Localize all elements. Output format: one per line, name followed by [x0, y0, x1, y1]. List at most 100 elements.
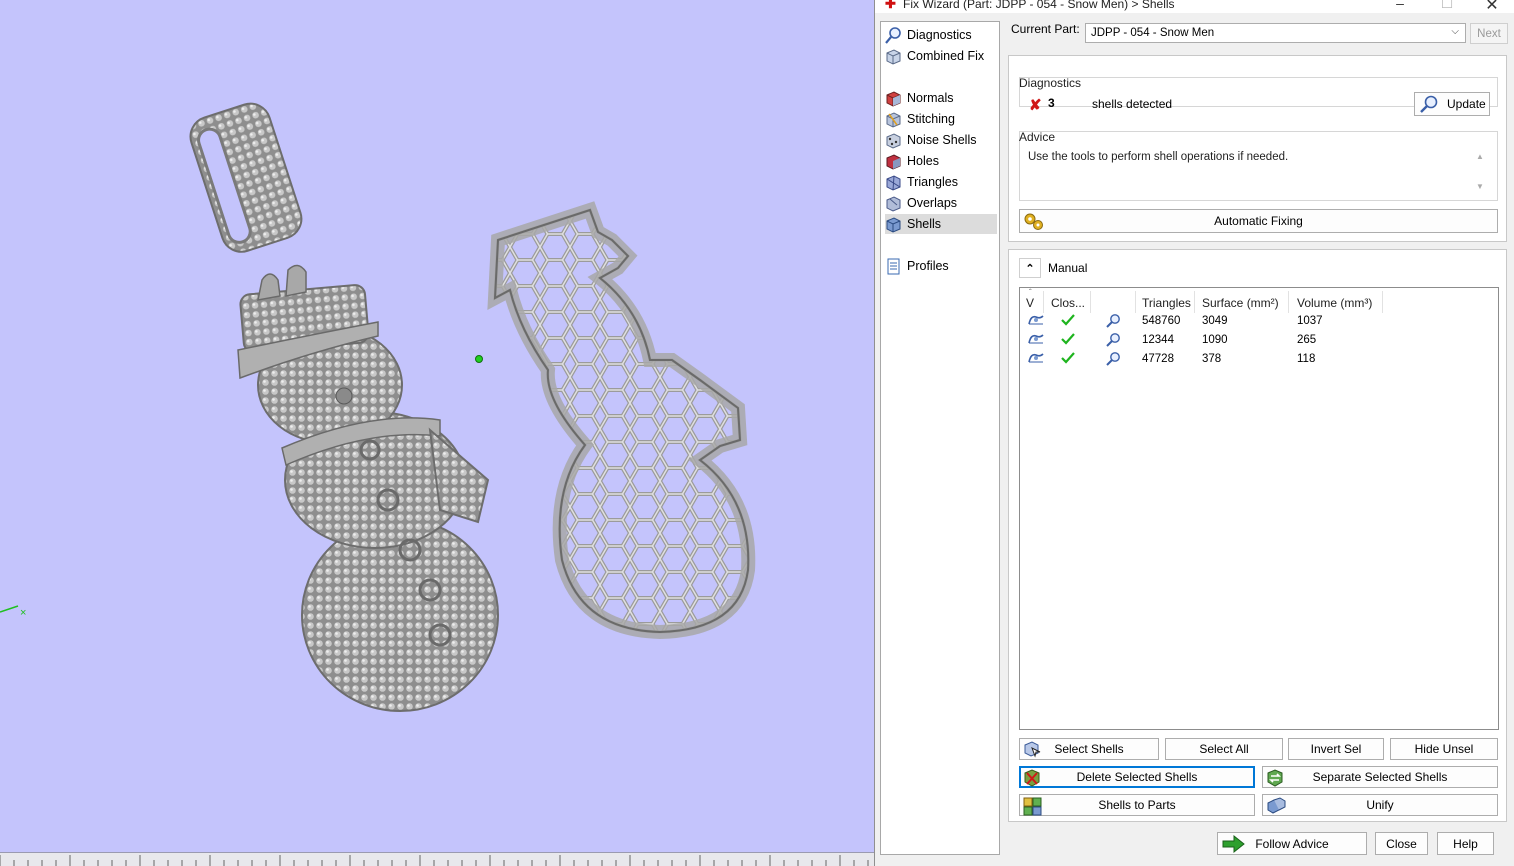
- surface-cell: 3049: [1202, 315, 1228, 327]
- visibility-icon[interactable]: [1027, 313, 1045, 327]
- current-part-label: Current Part:: [1011, 22, 1080, 36]
- triangles-cube-icon: [886, 174, 901, 191]
- 3d-viewport[interactable]: ×: [0, 0, 874, 866]
- viewport-ruler: [0, 852, 874, 866]
- unify-button[interactable]: Unify: [1262, 794, 1498, 816]
- surface-cell: 378: [1202, 353, 1222, 365]
- cube-icon: [886, 48, 901, 65]
- column-header-triangles[interactable]: Triangles: [1142, 296, 1191, 310]
- manual-group: ⌃ Manual V ˆ Clos... Triangles Surface (…: [1008, 249, 1507, 822]
- nav-item-noise-shells[interactable]: Noise Shells: [885, 130, 997, 150]
- nav-item-label: Diagnostics: [907, 28, 972, 42]
- collapse-manual-button[interactable]: ⌃: [1019, 258, 1041, 278]
- zoom-to-shell-icon[interactable]: [1105, 332, 1121, 348]
- delete-selected-shells-label: Delete Selected Shells: [1076, 770, 1198, 784]
- sort-indicator-icon: ˆ: [1029, 288, 1032, 297]
- shells-detected-text: shells detected: [1092, 97, 1173, 111]
- separate-selected-shells-button[interactable]: Separate Selected Shells: [1262, 766, 1498, 788]
- nav-item-label: Stitching: [907, 112, 955, 126]
- title-bar[interactable]: ✚ Fix Wizard (Part: JDPP - 054 - Snow Me…: [875, 0, 1514, 14]
- zoom-to-shell-icon[interactable]: [1105, 351, 1121, 367]
- help-button[interactable]: Help: [1437, 832, 1494, 855]
- minimize-button[interactable]: –: [1385, 0, 1415, 11]
- volume-cell: 118: [1297, 353, 1316, 365]
- nav-item-combined-fix[interactable]: Combined Fix: [885, 46, 997, 66]
- nav-item-shells[interactable]: Shells: [885, 214, 997, 234]
- triangles-cell: 12344: [1142, 334, 1174, 346]
- nav-item-label: Profiles: [907, 259, 949, 273]
- current-part-select[interactable]: JDPP - 054 - Snow Men ⌵: [1085, 23, 1466, 43]
- nav-item-stitching[interactable]: Stitching: [885, 109, 997, 129]
- magnifier-icon: [1420, 95, 1438, 113]
- column-header-surface[interactable]: Surface (mm²): [1202, 296, 1279, 310]
- follow-advice-button[interactable]: Follow Advice: [1217, 832, 1367, 855]
- shells-cube-icon: [886, 216, 901, 233]
- fix-wizard-dialog: ✚ Fix Wizard (Part: JDPP - 054 - Snow Me…: [874, 0, 1514, 866]
- window-title: Fix Wizard (Part: JDPP - 054 - Snow Men)…: [903, 0, 1175, 11]
- check-icon: [1061, 352, 1075, 364]
- visibility-icon[interactable]: [1027, 332, 1045, 346]
- nav-item-label: Noise Shells: [907, 133, 977, 147]
- check-icon: [1061, 314, 1075, 326]
- visibility-icon[interactable]: [1027, 351, 1045, 365]
- maximize-button[interactable]: ☐: [1432, 0, 1462, 12]
- overlaps-cube-icon: [886, 195, 901, 212]
- select-shells-label: Select Shells: [1054, 742, 1124, 756]
- dialog-body: Diagnostics Combined Fix Normals Stitchi…: [875, 13, 1514, 866]
- magnifier-icon: [885, 26, 901, 44]
- profiles-doc-icon: [887, 258, 900, 274]
- column-header-volume[interactable]: Volume (mm³): [1297, 296, 1372, 310]
- close-button[interactable]: Close: [1375, 832, 1428, 855]
- update-button[interactable]: Update: [1414, 92, 1490, 116]
- scroll-down-icon[interactable]: ▼: [1476, 182, 1484, 191]
- advice-text: Use the tools to perform shell operation…: [1028, 151, 1289, 163]
- snowman-honeycomb-shell: [487, 201, 756, 640]
- noise-shells-icon: [886, 132, 901, 149]
- automatic-fixing-button[interactable]: Automatic Fixing: [1019, 209, 1498, 233]
- stitching-cube-icon: [886, 111, 901, 128]
- diagnostics-group: Diagnostics ✘ 3 shells detected Update A…: [1008, 55, 1507, 242]
- nav-item-overlaps[interactable]: Overlaps: [885, 193, 997, 213]
- zoom-to-shell-icon[interactable]: [1105, 313, 1121, 329]
- error-x-icon: ✘: [1029, 97, 1042, 114]
- invert-selection-button[interactable]: Invert Sel: [1288, 738, 1384, 760]
- holes-cube-icon: [886, 153, 901, 170]
- unify-icon: [1267, 797, 1286, 814]
- update-label: Update: [1447, 97, 1486, 111]
- triangles-cell: 548760: [1142, 315, 1181, 327]
- nav-item-profiles[interactable]: Profiles: [885, 256, 997, 276]
- manual-label: Manual: [1048, 261, 1088, 275]
- scroll-up-icon[interactable]: ▲: [1476, 152, 1484, 161]
- shells-to-parts-label: Shells to Parts: [1098, 798, 1176, 812]
- nav-item-holes[interactable]: Holes: [885, 151, 997, 171]
- pivot-point: [475, 355, 483, 363]
- select-all-button[interactable]: Select All: [1165, 738, 1283, 760]
- table-row[interactable]: 12344 1090 265: [1020, 331, 1498, 350]
- chevron-down-icon: ⌵: [1451, 26, 1459, 37]
- select-shells-button[interactable]: Select Shells: [1019, 738, 1159, 760]
- axis-indicator: ×: [0, 605, 26, 619]
- automatic-fixing-label: Automatic Fixing: [1214, 214, 1303, 228]
- column-header-visible[interactable]: V: [1026, 296, 1034, 310]
- nav-item-diagnostics[interactable]: Diagnostics: [885, 25, 997, 45]
- delete-selected-shells-button[interactable]: Delete Selected Shells: [1019, 766, 1255, 788]
- svg-text:×: ×: [20, 607, 26, 619]
- surface-cell: 1090: [1202, 334, 1228, 346]
- table-row[interactable]: 47728 378 118: [1020, 350, 1498, 369]
- normals-cube-icon: [886, 90, 901, 107]
- current-part-value: JDPP - 054 - Snow Men: [1091, 27, 1215, 39]
- nav-item-label: Shells: [907, 217, 942, 231]
- fix-nav-panel: Diagnostics Combined Fix Normals Stitchi…: [880, 21, 1000, 855]
- nav-item-normals[interactable]: Normals: [885, 88, 997, 108]
- nav-item-label: Normals: [907, 91, 954, 105]
- shells-table[interactable]: V ˆ Clos... Triangles Surface (mm²) Volu…: [1019, 287, 1499, 730]
- shells-to-parts-icon: [1023, 797, 1042, 816]
- nav-item-triangles[interactable]: Triangles: [885, 172, 997, 192]
- next-button[interactable]: Next: [1470, 23, 1508, 44]
- advice-label: Advice: [1019, 130, 1056, 144]
- shells-to-parts-button[interactable]: Shells to Parts: [1019, 794, 1255, 816]
- column-header-closed[interactable]: Clos...: [1051, 296, 1085, 310]
- hide-unselected-button[interactable]: Hide Unsel: [1390, 738, 1498, 760]
- nav-item-label: Holes: [907, 154, 939, 168]
- table-row[interactable]: 548760 3049 1037: [1020, 312, 1498, 331]
